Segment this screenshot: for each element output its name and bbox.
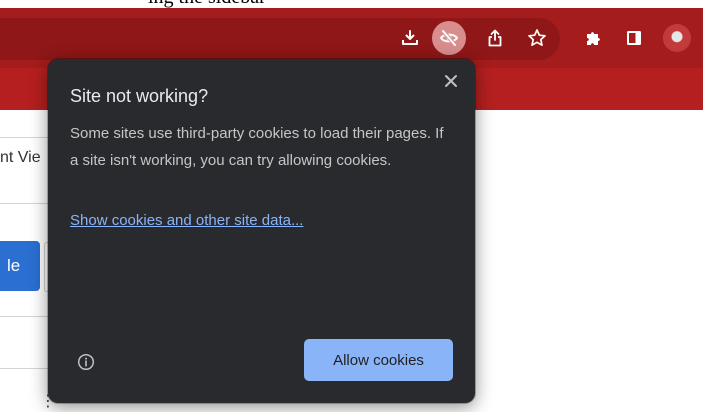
page-divider [0,137,48,138]
top-document-strip: ing the sidebar [0,0,703,8]
star-icon[interactable] [524,25,550,51]
popup-description: Some sites use third-party cookies to lo… [70,125,444,169]
side-panel-icon[interactable] [621,25,647,51]
puzzle-icon[interactable] [580,25,606,51]
show-cookies-link[interactable]: Show cookies and other site data... [70,212,303,229]
page-divider [0,368,48,369]
download-icon[interactable] [397,25,423,51]
address-bar[interactable] [0,18,560,60]
share-icon[interactable] [482,25,508,51]
popup-title: Site not working? [70,86,209,106]
info-icon[interactable] [76,352,96,372]
allow-cookies-button[interactable]: Allow cookies [304,339,453,381]
site-not-working-popup: Site not working? Some sites use third-p… [48,59,475,403]
close-icon[interactable] [441,71,461,91]
page-fragment-text: nt Vie [0,149,41,166]
top-document-text: ing the sidebar [148,0,266,8]
page-divider [0,203,48,204]
eye-slash-icon[interactable] [432,21,466,55]
page-divider [0,316,48,317]
profile-avatar[interactable] [664,25,690,51]
page-fragment-button[interactable]: le [0,241,40,291]
